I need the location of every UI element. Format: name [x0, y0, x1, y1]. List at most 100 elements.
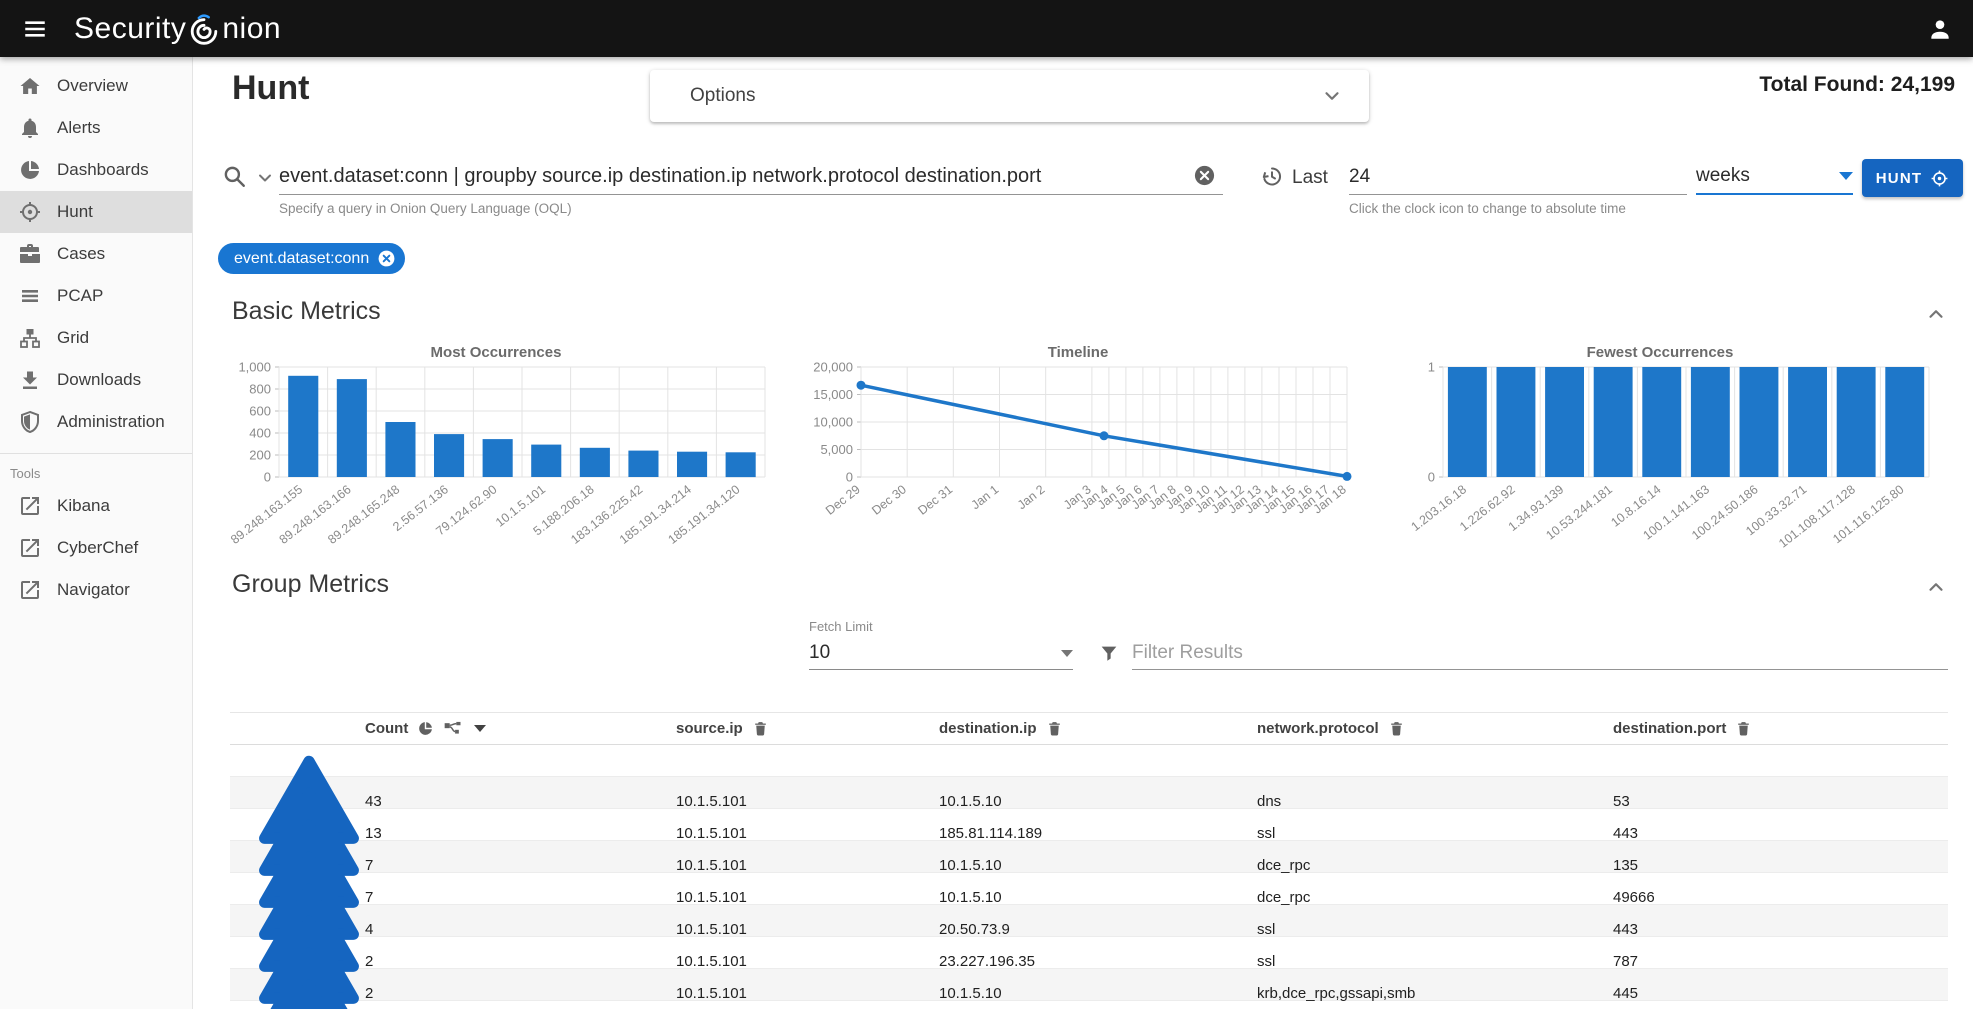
user-account-icon[interactable]: [1927, 16, 1953, 42]
history-clock-icon[interactable]: [1259, 164, 1283, 188]
options-panel[interactable]: Options: [650, 70, 1369, 122]
table-header-source-ip[interactable]: source.ip: [676, 720, 939, 737]
caret-down-icon[interactable]: [474, 725, 486, 732]
svg-text:Jan 1: Jan 1: [969, 482, 1002, 512]
top-app-bar: Security nion: [0, 0, 1973, 57]
sidebar-item-alerts[interactable]: Alerts: [0, 107, 192, 149]
cell-destination-ip: 10.1.5.10: [939, 793, 1257, 810]
delete-column-icon[interactable]: [1735, 720, 1752, 737]
bell-icon: [18, 116, 42, 140]
svg-text:1: 1: [1428, 360, 1435, 375]
time-last-label: Last: [1292, 167, 1328, 189]
svg-text:Timeline: Timeline: [1048, 344, 1109, 361]
cell-source-ip: 10.1.5.101: [676, 953, 939, 970]
delete-column-icon[interactable]: [752, 720, 769, 737]
cell-count: 2: [365, 985, 676, 1002]
options-label: Options: [690, 85, 755, 107]
clear-query-icon[interactable]: [1193, 164, 1216, 187]
delete-column-icon[interactable]: [1046, 720, 1063, 737]
basic-metrics-title: Basic Metrics: [232, 297, 381, 326]
sidebar-item-label: PCAP: [57, 286, 103, 306]
remove-filter-icon[interactable]: [377, 249, 396, 268]
cell-network-protocol: krb,dce_rpc,gssapi,smb: [1257, 985, 1613, 1002]
svg-text:Most Occurrences: Most Occurrences: [431, 344, 562, 361]
table-header-count[interactable]: Count: [365, 719, 676, 739]
filter-results-input[interactable]: [1132, 637, 1948, 670]
table-header-destination-ip[interactable]: destination.ip: [939, 720, 1257, 737]
hunt-button-label: HUNT: [1876, 170, 1922, 187]
caret-down-icon: [1061, 650, 1073, 657]
delete-column-icon[interactable]: [1388, 720, 1405, 737]
fetch-limit-select[interactable]: 10: [809, 637, 1073, 670]
sidebar-item-navigator[interactable]: Navigator: [0, 569, 192, 611]
duration-input[interactable]: [1349, 159, 1687, 195]
col-network-protocol-label: network.protocol: [1257, 720, 1379, 737]
sidebar-item-cases[interactable]: Cases: [0, 233, 192, 275]
cell-destination-port: 443: [1613, 921, 1948, 938]
sidebar-item-grid[interactable]: Grid: [0, 317, 192, 359]
cell-destination-port: 445: [1613, 985, 1948, 1002]
collapse-basic-metrics-icon[interactable]: [1925, 303, 1947, 325]
chart-most-occurrences: Most Occurrences02004006008001,00089.248…: [213, 343, 779, 561]
cell-network-protocol: ssl: [1257, 953, 1613, 970]
sidebar-item-downloads[interactable]: Downloads: [0, 359, 192, 401]
external-link-icon: [18, 494, 42, 518]
sidebar-item-pcap[interactable]: PCAP: [0, 275, 192, 317]
menu-icon[interactable]: [22, 16, 48, 42]
table-header-destination-port[interactable]: destination.port: [1613, 720, 1948, 737]
total-found: Total Found: 24,199: [1759, 73, 1955, 97]
cell-source-ip: 10.1.5.101: [676, 793, 939, 810]
pie-chart-icon[interactable]: [417, 720, 434, 737]
cell-count: 7: [365, 889, 676, 906]
svg-text:Jan 2: Jan 2: [1015, 482, 1048, 512]
chart-fewest-occurrences: Fewest Occurrences011.203.16.181.226.62.…: [1377, 343, 1943, 561]
cell-count: 43: [365, 793, 676, 810]
main-content: Hunt Options Total Found: 24,199 Specify…: [193, 57, 1973, 1009]
sidebar-item-cyberchef[interactable]: CyberChef: [0, 527, 192, 569]
time-units-value: weeks: [1696, 165, 1750, 187]
chevron-down-icon[interactable]: [1321, 85, 1343, 107]
external-link-icon: [18, 536, 42, 560]
group-metrics-table: Count source.ip destination.ip network.p…: [230, 712, 1948, 1001]
cell-destination-port: 53: [1613, 793, 1948, 810]
col-destination-port-label: destination.port: [1613, 720, 1726, 737]
cell-source-ip: 10.1.5.101: [676, 857, 939, 874]
collapse-group-metrics-icon[interactable]: [1925, 576, 1947, 598]
svg-text:20,000: 20,000: [813, 360, 853, 375]
time-units-select[interactable]: weeks: [1696, 159, 1853, 195]
cell-destination-ip: 10.1.5.10: [939, 985, 1257, 1002]
query-input[interactable]: [279, 159, 1223, 195]
external-link-icon: [18, 578, 42, 602]
sidebar-item-label: Grid: [57, 328, 89, 348]
table-header: Count source.ip destination.ip network.p…: [230, 712, 1948, 745]
page-title: Hunt: [232, 69, 309, 108]
col-source-ip-label: source.ip: [676, 720, 743, 737]
svg-text:10,000: 10,000: [813, 415, 853, 430]
cell-destination-port: 49666: [1613, 889, 1948, 906]
sidebar-item-administration[interactable]: Administration: [0, 401, 192, 443]
hunt-button[interactable]: HUNT: [1862, 159, 1963, 197]
cell-destination-port: 443: [1613, 825, 1948, 842]
cell-destination-ip: 10.1.5.10: [939, 857, 1257, 874]
filter-chip[interactable]: event.dataset:conn: [218, 243, 405, 274]
svg-text:Fewest Occurrences: Fewest Occurrences: [1587, 344, 1734, 361]
cell-destination-ip: 20.50.73.9: [939, 921, 1257, 938]
cell-count: 2: [365, 953, 676, 970]
chart-timeline: Timeline05,00010,00015,00020,000Dec 29De…: [795, 343, 1361, 561]
svg-text:0: 0: [1428, 470, 1435, 485]
tools-section-label: Tools: [0, 453, 192, 485]
query-history-chevron-icon[interactable]: [255, 168, 275, 188]
search-icon[interactable]: [221, 163, 247, 189]
charts-row: Most Occurrences02004006008001,00089.248…: [213, 343, 1953, 561]
table-row[interactable]: 4310.1.5.10110.1.5.10dns53: [230, 745, 1948, 777]
sidebar-item-label: Cases: [57, 244, 105, 264]
sidebar-item-hunt[interactable]: Hunt: [0, 191, 192, 233]
warning-triangle-icon[interactable]: [253, 969, 365, 1009]
sankey-icon[interactable]: [443, 719, 463, 739]
table-header-network-protocol[interactable]: network.protocol: [1257, 720, 1613, 737]
sidebar-item-overview[interactable]: Overview: [0, 65, 192, 107]
list-icon: [18, 284, 42, 308]
cell-source-ip: 10.1.5.101: [676, 889, 939, 906]
sidebar-item-dashboards[interactable]: Dashboards: [0, 149, 192, 191]
sidebar-item-kibana[interactable]: Kibana: [0, 485, 192, 527]
